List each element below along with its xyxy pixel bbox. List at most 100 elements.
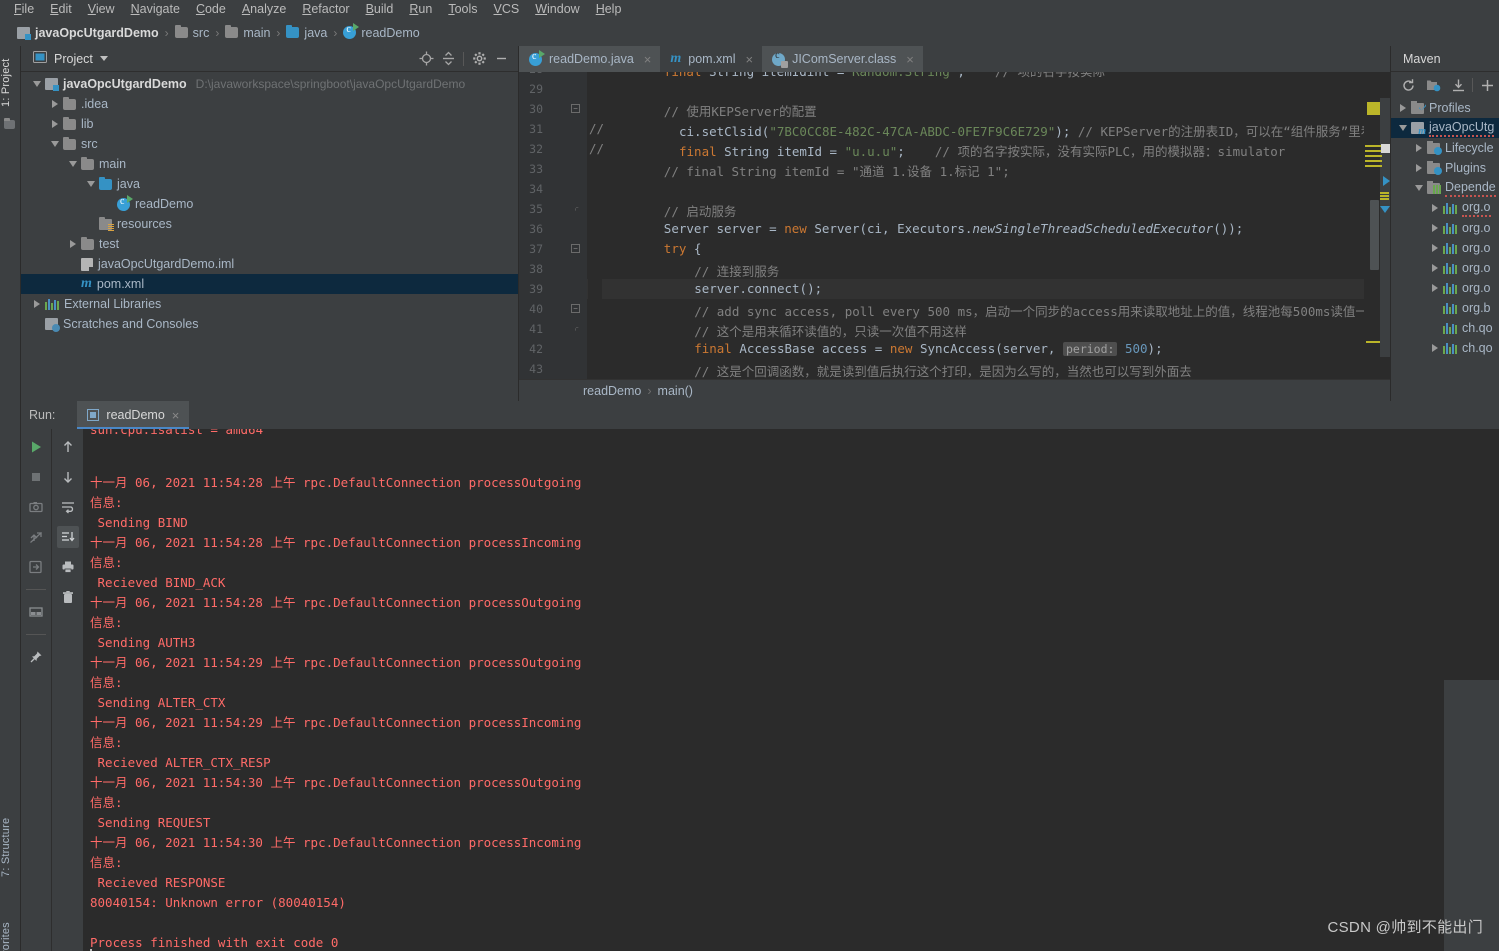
- menu-item-tools[interactable]: Tools: [440, 0, 485, 19]
- add-module-icon[interactable]: [1422, 74, 1444, 96]
- breadcrumb-item-main[interactable]: main: [225, 26, 270, 40]
- rerun-failed-tests-icon[interactable]: [25, 526, 47, 548]
- code-fold-icon[interactable]: −: [571, 304, 580, 313]
- run-icon[interactable]: [25, 436, 47, 458]
- menu-item-help[interactable]: Help: [588, 0, 630, 19]
- project-tree[interactable]: javaOpcUtgardDemo D:\javaworkspace\spring…: [21, 72, 518, 401]
- tree-expand-arrow-icon[interactable]: [29, 300, 45, 308]
- down-icon[interactable]: [57, 466, 79, 488]
- warning-marker[interactable]: [1367, 102, 1380, 115]
- menu-item-refactor[interactable]: Refactor: [294, 0, 357, 19]
- code-line[interactable]: // 连接到服务: [603, 261, 779, 280]
- warning-marker[interactable]: [1365, 155, 1382, 157]
- warning-marker[interactable]: [1365, 145, 1382, 147]
- maven-tree-item-org-o[interactable]: org.o: [1391, 218, 1499, 238]
- warning-marker[interactable]: [1365, 165, 1382, 167]
- tree-item-test[interactable]: test: [21, 234, 518, 254]
- editor-tab-pom-xml[interactable]: m pom.xml ×: [660, 46, 763, 72]
- menu-item-window[interactable]: Window: [527, 0, 587, 19]
- tree-collapse-arrow-icon[interactable]: [1395, 125, 1411, 131]
- menu-item-edit[interactable]: Edit: [42, 0, 80, 19]
- menu-item-build[interactable]: Build: [358, 0, 402, 19]
- next-marker-icon[interactable]: [1380, 206, 1390, 213]
- code-line[interactable]: // 这个是用来循环读值的，只读一次值不用这样: [603, 321, 967, 340]
- maven-tree-item-org-o[interactable]: org.o: [1391, 278, 1499, 298]
- tree-expand-arrow-icon[interactable]: [1427, 244, 1443, 252]
- menu-item-analyze[interactable]: Analyze: [234, 0, 294, 19]
- code-fold-icon[interactable]: ⌌: [571, 204, 580, 213]
- tree-item-src[interactable]: src: [21, 134, 518, 154]
- maven-tree-item-org-b[interactable]: org.b: [1391, 298, 1499, 318]
- tree-item-resources[interactable]: resources: [21, 214, 518, 234]
- inspection-widget[interactable]: [1381, 144, 1390, 153]
- hide-icon[interactable]: [490, 48, 512, 70]
- code-line[interactable]: // 启动服务: [603, 201, 737, 220]
- collapse-all-icon[interactable]: [437, 48, 459, 70]
- chevron-down-icon[interactable]: [99, 56, 108, 61]
- gear-icon[interactable]: [468, 48, 490, 70]
- stop-icon[interactable]: [25, 466, 47, 488]
- code-line[interactable]: final String itemIdint = Random.String ;…: [603, 72, 1105, 80]
- editor-gutter[interactable]: 28 29 30 − 31 32 33 34 35 ⌌ 36 37 − 38 39 40 − 41 ⌌ 42 43: [519, 72, 587, 379]
- console-output[interactable]: sun.cpu.isalist = amd64 十一月 06, 2021 11:…: [83, 429, 1499, 951]
- code-fold-icon[interactable]: −: [571, 104, 580, 113]
- code-line[interactable]: // 这是个回调函数，就是读到值后执行这个打印，是因为么写的，当然也可以写到外面…: [603, 361, 1192, 379]
- editor-tab-jicomserver-class[interactable]: JIComServer.class ×: [762, 46, 923, 72]
- tree-item-javaopcutgarddemo-iml[interactable]: javaOpcUtgardDemo.iml: [21, 254, 518, 274]
- code-fold-icon[interactable]: ⌌: [571, 324, 580, 333]
- breadcrumb-item-javaOpcUtgardDemo[interactable]: javaOpcUtgardDemo: [17, 26, 159, 40]
- code-line[interactable]: final AccessBase access = new SyncAccess…: [603, 341, 1163, 356]
- code-fold-icon[interactable]: −: [571, 244, 580, 253]
- editor-tab-readdemo-java[interactable]: readDemo.java ×: [519, 46, 661, 72]
- maven-tree-item-org-o[interactable]: org.o: [1391, 238, 1499, 258]
- tree-item-javaopcutgarddemo[interactable]: javaOpcUtgardDemo D:\javaworkspace\spring…: [21, 74, 518, 94]
- trash-icon[interactable]: [57, 586, 79, 608]
- code-editor[interactable]: 28 29 30 − 31 32 33 34 35 ⌌ 36 37 − 38 39 40 − 41 ⌌ 42 43 fi…: [519, 72, 1390, 379]
- maven-tree-item-org-o[interactable]: org.o: [1391, 258, 1499, 278]
- code-line[interactable]: final String itemId = "u.u.u"; // 项的名字按实…: [603, 141, 1285, 160]
- export-icon[interactable]: [25, 556, 47, 578]
- tree-expand-arrow-icon[interactable]: [1411, 164, 1427, 172]
- code-line[interactable]: ci.setClsid("7BC0CC8E-482C-47CA-ABDC-0FE…: [603, 121, 1386, 140]
- breadcrumb-item-src[interactable]: src: [174, 26, 209, 40]
- close-icon[interactable]: ×: [172, 408, 180, 423]
- tree-item-pom-xml[interactable]: m pom.xml: [21, 274, 518, 294]
- code-line[interactable]: Server server = new Server(ci, Executors…: [603, 221, 1244, 236]
- tree-expand-arrow-icon[interactable]: [1427, 224, 1443, 232]
- print-icon[interactable]: [57, 556, 79, 578]
- breadcrumb-item-readDemo[interactable]: readDemo: [343, 23, 420, 40]
- editor-markers-and-scrollbar[interactable]: [1364, 98, 1390, 357]
- maven-tree[interactable]: Profiles javaOpcUtg Lifecycle Plugins Depend…: [1391, 98, 1499, 401]
- tree-collapse-arrow-icon[interactable]: [47, 141, 63, 147]
- tree-expand-arrow-icon[interactable]: [1395, 104, 1411, 112]
- maven-tree-item-depende[interactable]: Depende: [1391, 178, 1499, 198]
- editor-breadcrumb[interactable]: readDemo › main(): [519, 379, 1390, 401]
- camera-icon[interactable]: [25, 496, 47, 518]
- warning-stripe-icon[interactable]: [1380, 192, 1389, 201]
- tree-item-scratches-and-consoles[interactable]: Scratches and Consoles: [21, 314, 518, 334]
- tree-collapse-arrow-icon[interactable]: [65, 161, 81, 167]
- close-icon[interactable]: ×: [644, 52, 652, 67]
- warning-marker[interactable]: [1365, 150, 1382, 152]
- tree-expand-arrow-icon[interactable]: [1427, 284, 1443, 292]
- tree-expand-arrow-icon[interactable]: [47, 120, 63, 128]
- caret-marker[interactable]: [1366, 341, 1380, 343]
- maven-tree-item-lifecycle[interactable]: Lifecycle: [1391, 138, 1499, 158]
- maven-tree-item-profiles[interactable]: Profiles: [1391, 98, 1499, 118]
- menu-item-vcs[interactable]: VCS: [486, 0, 528, 19]
- layout-icon[interactable]: [25, 601, 47, 623]
- code-line[interactable]: try {: [603, 241, 702, 256]
- maven-tree-item-javaopcutg[interactable]: javaOpcUtg: [1391, 118, 1499, 138]
- breadcrumb-item-java[interactable]: java: [286, 26, 327, 40]
- menu-item-view[interactable]: View: [80, 0, 123, 19]
- code-line[interactable]: // 使用KEPServer的配置: [603, 101, 817, 120]
- tree-item-lib[interactable]: lib: [21, 114, 518, 134]
- run-toolbar-left[interactable]: [21, 429, 52, 951]
- tree-item-external-libraries[interactable]: External Libraries: [21, 294, 518, 314]
- close-icon[interactable]: ×: [745, 52, 753, 67]
- code-line[interactable]: server.connect();: [603, 281, 822, 296]
- tree-collapse-arrow-icon[interactable]: [29, 81, 45, 87]
- maven-tree-item-ch-qo[interactable]: ch.qo: [1391, 338, 1499, 358]
- tree-expand-arrow-icon[interactable]: [1427, 264, 1443, 272]
- menu-item-code[interactable]: Code: [188, 0, 234, 19]
